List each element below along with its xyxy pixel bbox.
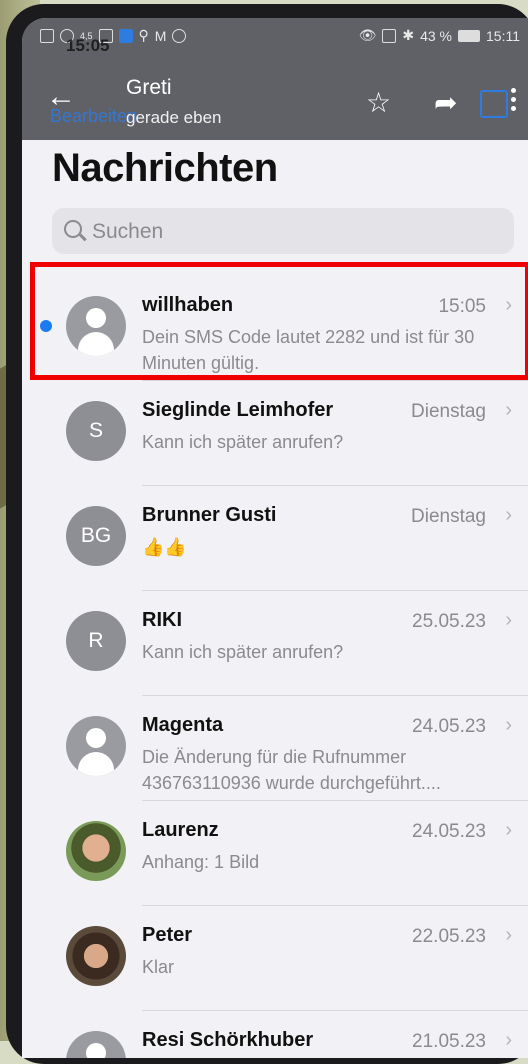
search-field[interactable]: Suchen <box>52 208 514 254</box>
messages-screen: Nachrichten Suchen willhaben 15:05 › Dei… <box>22 18 528 1058</box>
conversation-row[interactable]: Laurenz 24.05.23 › Anhang: 1 Bild <box>22 801 528 906</box>
conversation-preview: Klar <box>142 957 175 977</box>
share-icon[interactable]: ➦ <box>434 86 457 119</box>
avatar <box>66 1031 126 1058</box>
conversation-date: 24.05.23 <box>412 821 486 842</box>
conversation-preview: Die Änderung für die Rufnummer 436763110… <box>142 747 441 793</box>
conversation-preview: Kann ich später anrufen? <box>142 432 344 452</box>
clock: 15:11 <box>486 27 520 44</box>
page-title: Nachrichten <box>52 146 278 190</box>
eye-icon: 👁 <box>358 27 377 43</box>
conversation-preview: Anhang: 1 Bild <box>142 852 260 872</box>
avatar: BG <box>66 506 126 566</box>
sim-icon <box>40 28 54 43</box>
avatar <box>66 716 126 776</box>
conversation-preview: Kann ich später anrufen? <box>142 642 344 662</box>
chevron-right-icon: › <box>505 399 512 421</box>
more-icon[interactable] <box>511 88 517 115</box>
conversation-date: 21.05.23 <box>412 1031 486 1052</box>
avatar: S <box>66 401 126 461</box>
conversation-name: Brunner Gusti <box>142 504 277 526</box>
usb-icon: ⚲ <box>138 27 149 43</box>
conversation-name: Sieglinde Leimhofer <box>142 399 334 421</box>
chevron-right-icon: › <box>505 609 512 631</box>
bluetooth-icon: ✱ <box>402 27 415 43</box>
conversation-row[interactable]: R RIKI 25.05.23 › Kann ich später anrufe… <box>22 591 528 696</box>
conversation-list: willhaben 15:05 › Dein SMS Code lautet 2… <box>22 276 528 1058</box>
battery-percent: 43 % <box>420 27 452 44</box>
chevron-right-icon: › <box>505 504 512 526</box>
avatar-photo <box>66 821 126 881</box>
status-right: 👁 ✱ 43 % 15:11 <box>359 27 520 44</box>
nfc-icon <box>382 28 397 43</box>
search-icon <box>64 220 82 238</box>
top-overlay-bar: 4,5 ⚲ M 15:05 👁 ✱ 43 % 15:11 ← Bearbeite… <box>22 18 528 140</box>
star-icon[interactable]: ☆ <box>366 86 391 119</box>
status-bar: 4,5 ⚲ M 15:05 👁 ✱ 43 % 15:11 <box>22 18 528 56</box>
conversation-date: 25.05.23 <box>412 611 486 632</box>
contact-status: gerade eben <box>126 108 222 127</box>
conversation-date: 22.05.23 <box>412 926 486 947</box>
underlying-clock: 15:05 <box>66 36 110 55</box>
conversation-row[interactable]: Peter 22.05.23 › Klar <box>22 906 528 1011</box>
conversation-name: RIKI <box>142 609 182 631</box>
conversation-row[interactable]: BG Brunner Gusti Dienstag › 👍👍 <box>22 486 528 591</box>
conversation-name: Magenta <box>142 714 224 736</box>
chevron-right-icon: › <box>505 819 512 841</box>
mail-icon: M <box>154 27 167 44</box>
settings-icon <box>172 28 187 43</box>
app-icon <box>118 28 133 43</box>
conversation-row[interactable]: Magenta 24.05.23 › Die Änderung für die … <box>22 696 528 801</box>
conversation-date: Dienstag <box>411 401 486 422</box>
status-left: 4,5 ⚲ M <box>40 27 187 44</box>
conversation-name: Peter <box>142 924 193 946</box>
battery-icon <box>458 29 480 42</box>
compose-icon[interactable] <box>480 90 508 118</box>
conversation-date: 24.05.23 <box>412 716 486 737</box>
search-placeholder: Suchen <box>92 220 164 243</box>
chevron-right-icon: › <box>505 714 512 736</box>
conversation-header: ← Bearbeiten Greti gerade eben ☆ ➦ <box>22 58 528 140</box>
conversation-row[interactable]: S Sieglinde Leimhofer Dienstag › Kann ic… <box>22 381 528 486</box>
conversation-row[interactable]: Resi Schörkhuber 21.05.23 › <box>22 1011 528 1058</box>
conversation-preview: 👍👍 <box>142 537 187 557</box>
avatar-photo <box>66 926 126 986</box>
conversation-date: Dienstag <box>411 506 486 527</box>
avatar: R <box>66 611 126 671</box>
phone-frame: Nachrichten Suchen willhaben 15:05 › Dei… <box>6 4 528 1064</box>
contact-name: Greti <box>126 76 172 99</box>
highlight-box <box>30 262 528 380</box>
chevron-right-icon: › <box>505 924 512 946</box>
conversation-name: Laurenz <box>142 819 219 841</box>
edit-button[interactable]: Bearbeiten <box>50 106 137 127</box>
